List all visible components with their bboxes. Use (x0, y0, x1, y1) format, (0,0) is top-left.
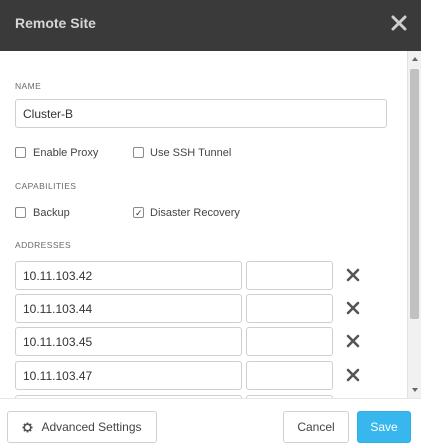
address-port-field[interactable] (246, 361, 333, 390)
backup-checkbox[interactable] (15, 207, 26, 218)
close-icon[interactable] (390, 14, 408, 32)
save-button[interactable]: Save (357, 411, 411, 443)
dialog-footer: Advanced Settings Cancel Save (0, 398, 421, 448)
address-port-field[interactable] (246, 327, 333, 356)
scrollbar-thumb[interactable] (410, 69, 419, 319)
dialog-title: Remote Site (15, 15, 96, 31)
disaster-recovery-checkbox[interactable]: ✓ (133, 207, 144, 218)
vertical-scrollbar[interactable] (407, 51, 421, 398)
advanced-settings-label: Advanced Settings (41, 420, 142, 434)
name-field[interactable] (15, 99, 387, 128)
addresses-section-label: ADDRESSES (15, 240, 72, 250)
use-ssh-tunnel-checkbox[interactable] (133, 147, 144, 158)
remove-address-icon[interactable] (346, 368, 360, 382)
remove-address-icon[interactable] (346, 334, 360, 348)
enable-proxy-checkbox[interactable] (15, 147, 26, 158)
address-ip-field[interactable] (15, 294, 242, 323)
gear-icon (22, 421, 33, 433)
enable-proxy-label: Enable Proxy (33, 147, 99, 159)
checkmark-icon: ✓ (135, 208, 143, 218)
dialog-titlebar: Remote Site (0, 0, 421, 51)
capabilities-section-label: CAPABILITIES (15, 181, 77, 191)
address-ip-field[interactable] (15, 361, 242, 390)
remove-address-icon[interactable] (346, 268, 360, 282)
address-ip-field[interactable] (15, 261, 242, 290)
name-section-label: NAME (15, 81, 42, 91)
address-port-field[interactable] (246, 261, 333, 290)
advanced-settings-button[interactable]: Advanced Settings (7, 411, 157, 443)
backup-label: Backup (33, 207, 70, 219)
address-port-field[interactable] (246, 294, 333, 323)
disaster-recovery-label: Disaster Recovery (150, 207, 240, 219)
scroll-up-icon[interactable] (411, 55, 419, 63)
dialog-body: NAME Enable Proxy Use SSH Tunnel CAPABIL… (0, 51, 421, 398)
scroll-down-icon[interactable] (411, 386, 419, 394)
remove-address-icon[interactable] (346, 301, 360, 315)
address-ip-field[interactable] (15, 327, 242, 356)
cancel-button[interactable]: Cancel (283, 411, 349, 443)
use-ssh-tunnel-label: Use SSH Tunnel (150, 147, 232, 159)
